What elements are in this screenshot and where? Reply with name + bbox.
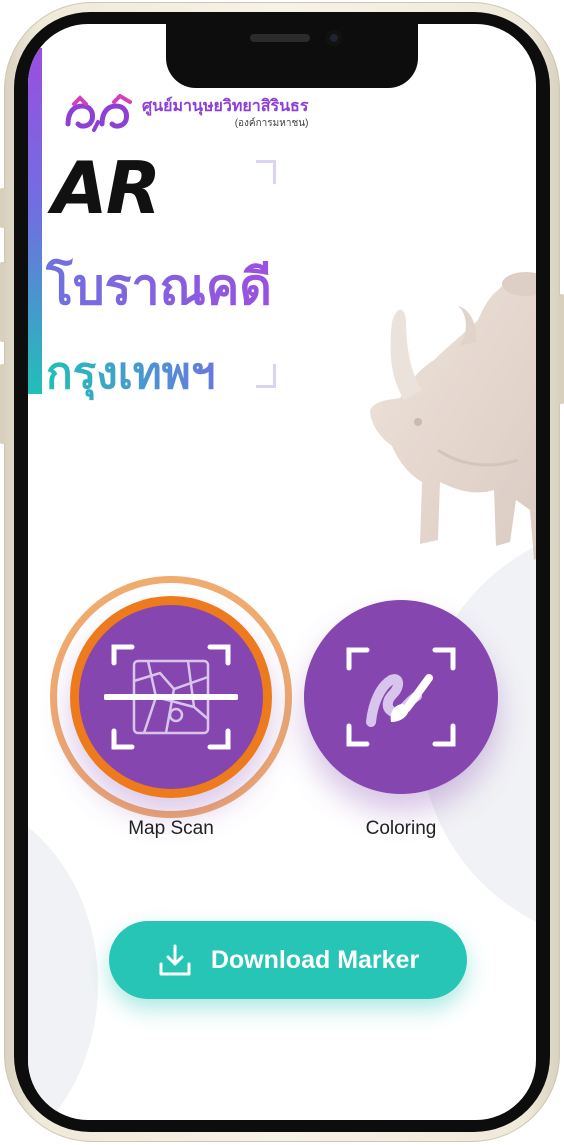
paintbrush-icon	[346, 647, 456, 747]
organization-logo: ศูนย์มานุษยวิทยาสิรินธร (องค์การมหาชน)	[64, 94, 308, 134]
decorative-bracket	[256, 364, 276, 388]
headline-line-1: โบราณคดี	[46, 248, 272, 327]
phone-volume-up	[0, 262, 5, 342]
coloring-button[interactable]	[304, 600, 498, 794]
organization-subtitle: (องค์การมหาชน)	[234, 117, 309, 129]
app-screen: ศูนย์มานุษยวิทยาสิรินธร (องค์การมหาชน) A…	[28, 24, 536, 1120]
download-marker-button[interactable]: Download Marker	[109, 921, 467, 999]
phone-power-button	[559, 294, 564, 404]
coloring-label: Coloring	[365, 818, 437, 839]
download-icon	[159, 944, 191, 976]
background-circle	[28, 794, 98, 1120]
notch-speaker	[250, 34, 310, 42]
accent-gradient-bar	[28, 48, 42, 394]
organization-name: ศูนย์มานุษยวิทยาสิรินธร	[142, 97, 309, 115]
headline-line-2: กรุงเทพฯ	[46, 338, 216, 408]
headline-title: AR	[52, 146, 161, 230]
map-scan-button[interactable]	[70, 596, 272, 798]
bull-artifact-image	[370, 272, 536, 560]
phone-notch	[166, 24, 418, 88]
phone-volume-down	[0, 364, 5, 444]
decorative-bracket	[256, 160, 276, 184]
download-marker-label: Download Marker	[210, 945, 420, 974]
map-scan-label: Map Scan	[128, 818, 214, 839]
phone-side-button	[0, 188, 5, 228]
sac-logo-icon	[65, 94, 132, 132]
map-scan-icon	[104, 644, 238, 750]
front-camera	[326, 30, 342, 46]
